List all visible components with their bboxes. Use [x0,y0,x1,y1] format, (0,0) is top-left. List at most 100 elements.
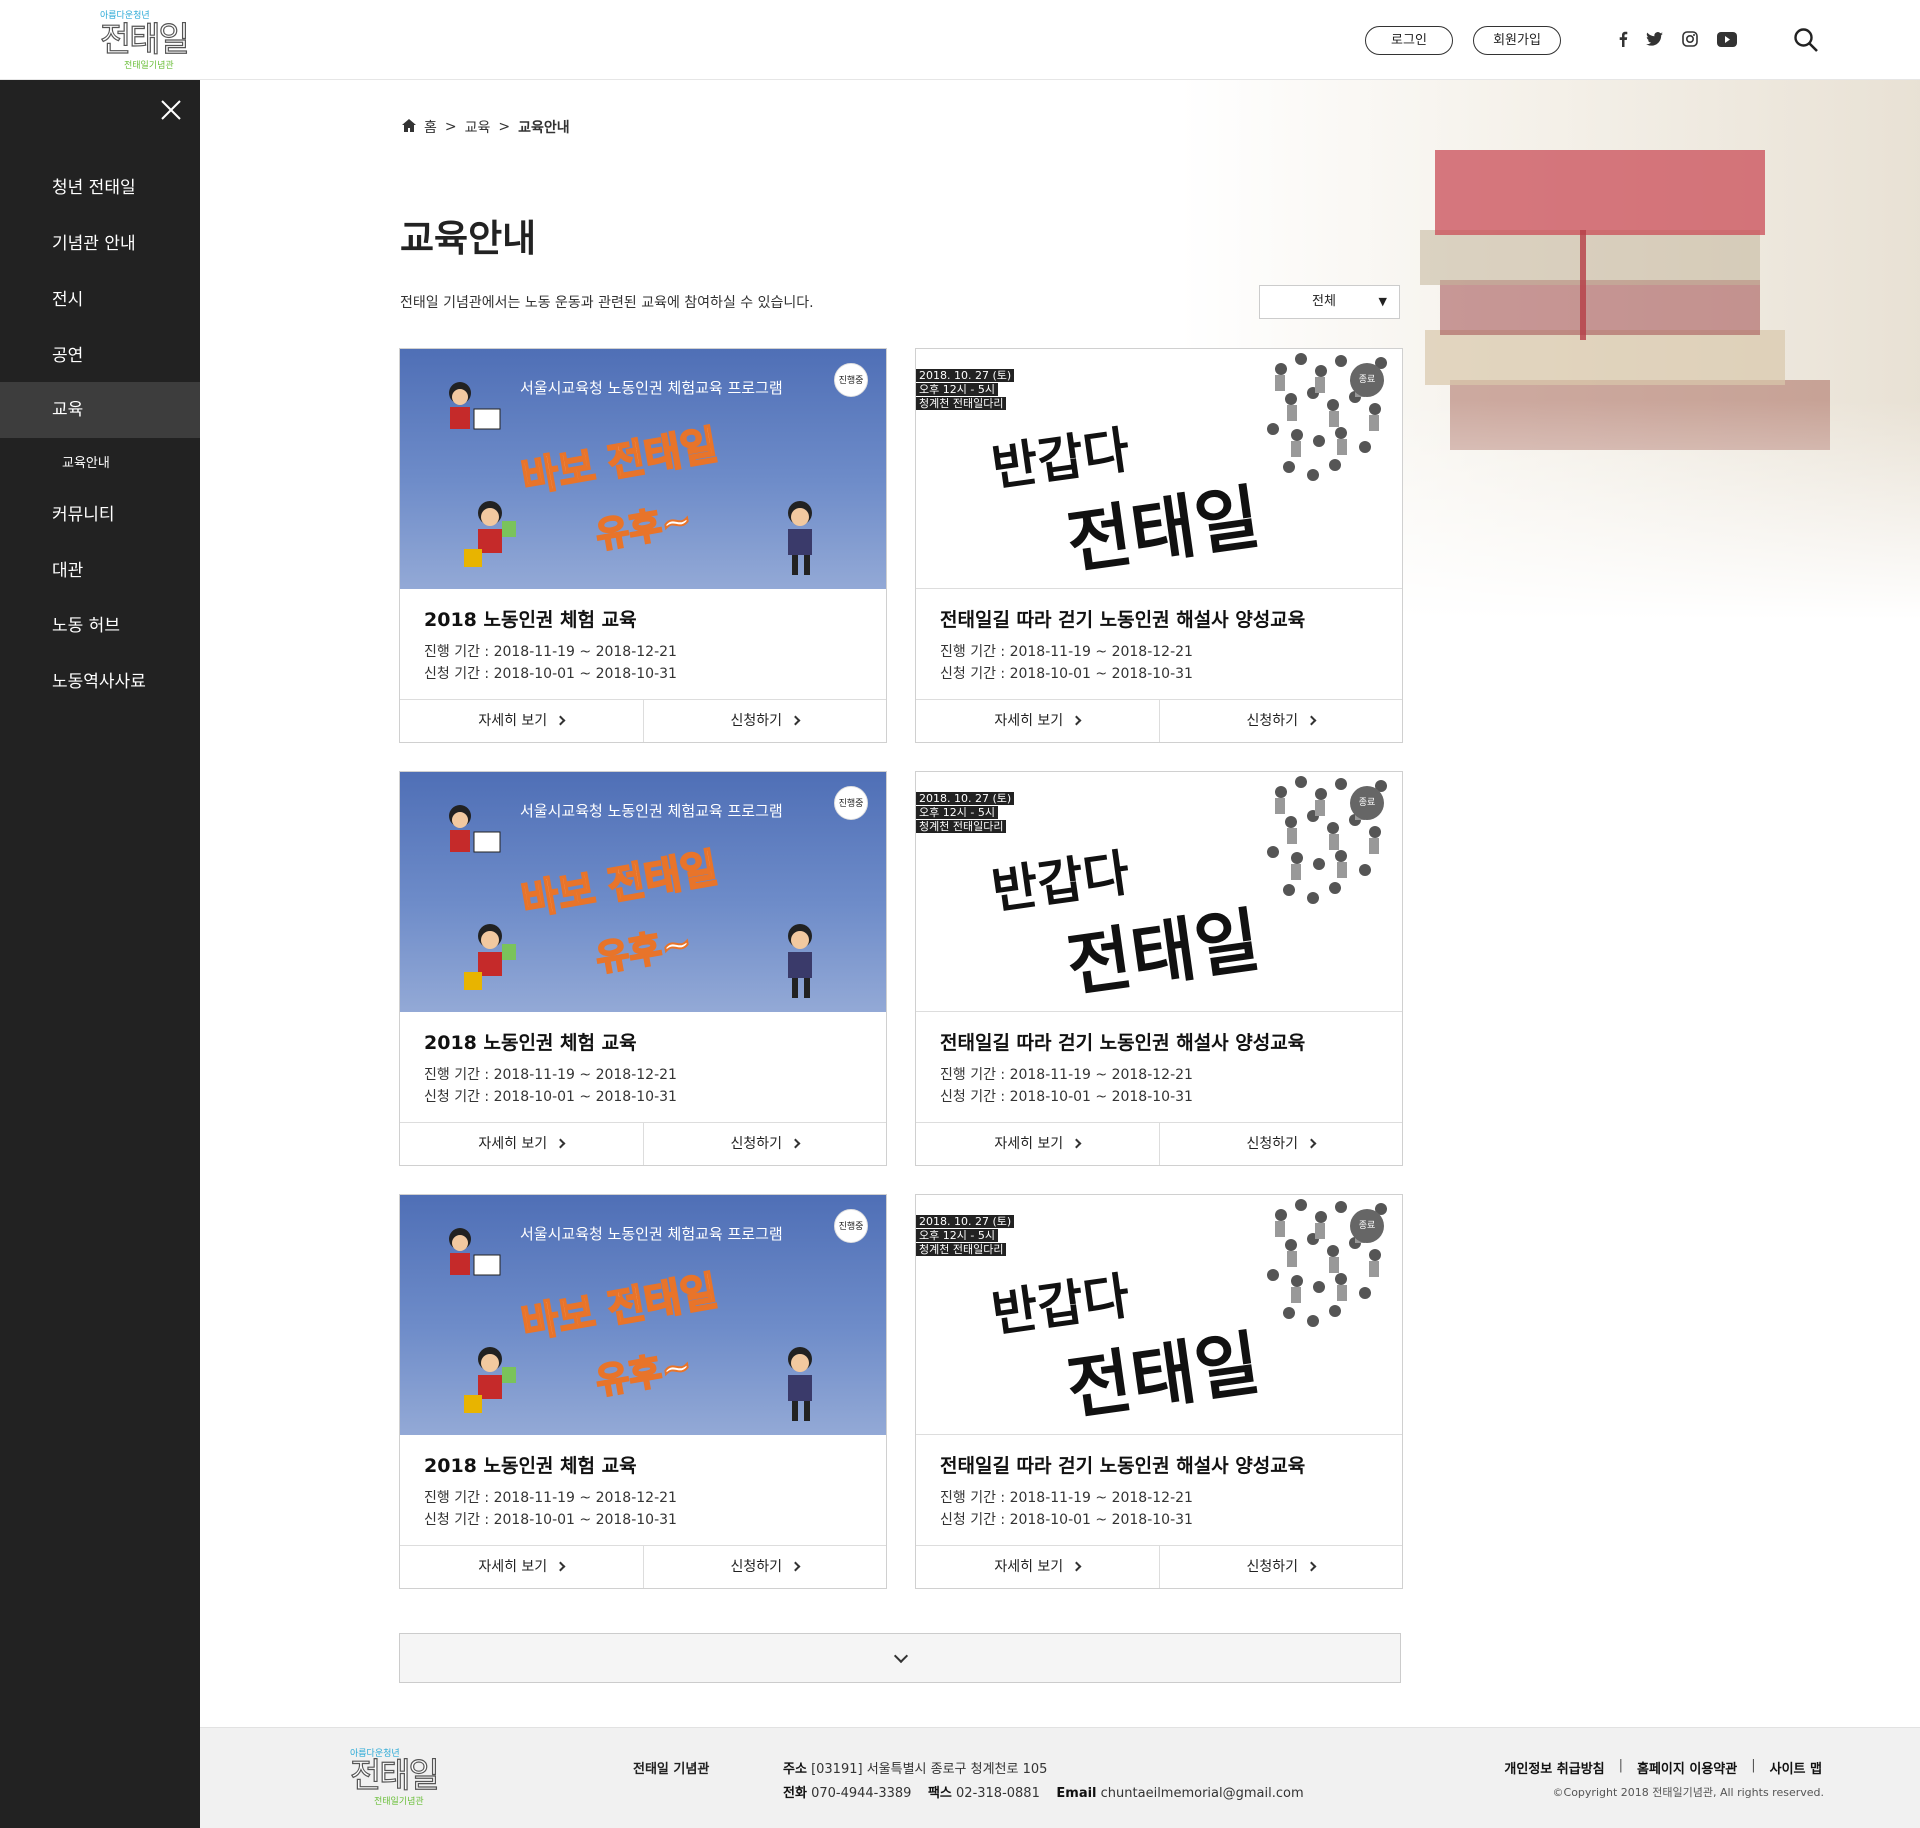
apply-button[interactable]: 신청하기 [642,1546,887,1588]
card-thumbnail[interactable]: 서울시교육청 노동인권 체험교육 프로그램 바보 전태일 유후~ 진행중 [400,772,886,1012]
card-thumbnail[interactable]: 2018. 10. 27 (토) 오후 12시 - 5시 청계천 전태일다리 반… [916,772,1402,1012]
fax-label: 팩스 [927,1786,952,1801]
card-period: 진행 기간 : 2018-11-19 ~ 2018-12-21 [424,1067,677,1083]
facebook-icon[interactable] [1612,28,1634,50]
breadcrumb-home[interactable]: 홈 [424,117,437,137]
view-details-button[interactable]: 자세히 보기 [400,1546,643,1588]
cartoon-figure-icon [788,924,812,998]
chevron-right-icon [1306,715,1317,726]
youtube-icon[interactable] [1716,28,1738,50]
sidebar-subitem-education-guide[interactable]: 교육안내 [62,452,110,471]
apply-button[interactable]: 신청하기 [642,1123,887,1165]
card-title[interactable]: 2018 노동인권 체험 교육 [424,1028,637,1055]
sidebar-item-youth[interactable]: 청년 전태일 [0,160,200,216]
card-thumbnail[interactable]: 2018. 10. 27 (토) 오후 12시 - 5시 청계천 전태일다리 반… [916,349,1402,589]
breadcrumb-education[interactable]: 교육 [465,117,491,137]
view-details-label: 자세히 보기 [994,1559,1064,1575]
category-filter-select[interactable]: 전체 ▼ [1259,285,1400,319]
twitter-icon[interactable] [1643,28,1665,50]
sidebar-item-performance[interactable]: 공연 [0,328,200,384]
event-date: 2018. 10. 27 (토) [916,1215,1015,1228]
sidebar-item-rental[interactable]: 대관 [0,543,200,599]
education-card: 2018. 10. 27 (토) 오후 12시 - 5시 청계천 전태일다리 반… [915,771,1403,1166]
apply-button[interactable]: 신청하기 [642,700,887,742]
dropdown-arrow-icon: ▼ [1378,295,1387,308]
cartoon-figure-icon [449,382,501,430]
card-apply-period: 신청 기간 : 2018-10-01 ~ 2018-10-31 [424,1089,677,1105]
event-date-tag: 2018. 10. 27 (토) 오후 12시 - 5시 청계천 전태일다리 [916,1215,1015,1257]
event-time: 오후 12시 - 5시 [916,806,998,819]
sidebar-item-memorial-info[interactable]: 기념관 안내 [0,216,200,272]
terms-link[interactable]: 홈페이지 이용약관 [1637,1758,1737,1777]
view-details-button[interactable]: 자세히 보기 [916,700,1159,742]
email-value[interactable]: chuntaeilmemorial@gmail.com [1101,1786,1304,1801]
card-title[interactable]: 2018 노동인권 체험 교육 [424,605,637,632]
sidebar-nav: 청년 전태일 기념관 안내 전시 공연 교육 교육안내 커뮤니티 대관 노동 허… [0,80,200,1828]
address-label: 주소 [783,1762,807,1777]
logo-wordmark: 전태일 [349,1755,440,1796]
sidebar-item-education[interactable]: 교육 [0,382,200,438]
chevron-right-icon [1071,1138,1082,1149]
login-button[interactable]: 로그인 [1365,26,1453,55]
phone-label: 전화 [783,1786,807,1801]
sidebar-item-exhibition[interactable]: 전시 [0,272,200,328]
apply-label: 신청하기 [1246,1136,1299,1152]
view-details-button[interactable]: 자세히 보기 [400,1123,643,1165]
instagram-icon[interactable] [1679,28,1701,50]
view-details-label: 자세히 보기 [478,1136,548,1152]
education-card: 2018. 10. 27 (토) 오후 12시 - 5시 청계천 전태일다리 반… [915,348,1403,743]
apply-label: 신청하기 [730,713,783,729]
chevron-right-icon [790,1138,801,1149]
event-date-tag: 2018. 10. 27 (토) 오후 12시 - 5시 청계천 전태일다리 [916,792,1015,834]
card-thumbnail[interactable]: 서울시교육청 노동인권 체험교육 프로그램 바보 전태일 유후~ 진행중 [400,1195,886,1435]
card-title[interactable]: 전태일길 따라 걷기 노동인권 해설사 양성교육 [940,605,1305,632]
breadcrumb-separator: > [444,119,457,135]
signup-button[interactable]: 회원가입 [1473,26,1561,55]
education-card: 서울시교육청 노동인권 체험교육 프로그램 바보 전태일 유후~ 진행중 201… [399,1194,887,1589]
search-icon[interactable] [1793,27,1821,55]
card-title[interactable]: 전태일길 따라 걷기 노동인권 해설사 양성교육 [940,1028,1305,1055]
sitemap-link[interactable]: 사이트 맵 [1770,1758,1822,1777]
card-thumbnail[interactable]: 서울시교육청 노동인권 체험교육 프로그램 바보 전태일 유후~ 진행중 [400,349,886,589]
apply-button[interactable]: 신청하기 [1158,1546,1403,1588]
apply-button[interactable]: 신청하기 [1158,700,1403,742]
card-thumbnail[interactable]: 2018. 10. 27 (토) 오후 12시 - 5시 청계천 전태일다리 반… [916,1195,1402,1435]
load-more-button[interactable] [399,1633,1401,1683]
event-date: 2018. 10. 27 (토) [916,369,1015,382]
sidebar-item-labor-hub[interactable]: 노동 허브 [0,598,200,654]
cartoon-figure-icon [788,501,812,575]
sidebar-item-community[interactable]: 커뮤니티 [0,487,200,543]
education-card: 서울시교육청 노동인권 체험교육 프로그램 바보 전태일 유후~ 진행중 201… [399,771,887,1166]
home-icon[interactable] [402,118,416,136]
privacy-policy-link[interactable]: 개인정보 취급방침 [1504,1758,1604,1777]
apply-button[interactable]: 신청하기 [1158,1123,1403,1165]
phone-value: 070-4944-3389 [811,1786,912,1801]
close-icon[interactable] [158,97,184,123]
status-badge: 종료 [1350,363,1384,397]
footer-links: 개인정보 취급방침 | 홈페이지 이용약관 | 사이트 맵 [1504,1758,1822,1777]
card-period: 진행 기간 : 2018-11-19 ~ 2018-12-21 [940,644,1193,660]
card-apply-period: 신청 기간 : 2018-10-01 ~ 2018-10-31 [940,1512,1193,1528]
card-actions: 자세히 보기 신청하기 [916,699,1402,742]
page-title: 교육안내 [400,216,537,260]
view-details-button[interactable]: 자세히 보기 [916,1123,1159,1165]
copyright-text: ©Copyright 2018 전태일기념관, All rights reser… [1552,1786,1824,1799]
card-title[interactable]: 전태일길 따라 걷기 노동인권 해설사 양성교육 [940,1451,1305,1478]
logo-subtitle: 전태일기념관 [124,61,174,71]
breadcrumb-separator: > [498,119,511,135]
fax-value: 02-318-0881 [956,1786,1040,1801]
card-title[interactable]: 2018 노동인권 체험 교육 [424,1451,637,1478]
view-details-button[interactable]: 자세히 보기 [916,1546,1159,1588]
education-card: 서울시교육청 노동인권 체험교육 프로그램 바보 전태일 유후~ 진행중 201… [399,348,887,743]
card-actions: 자세히 보기 신청하기 [400,1122,886,1165]
card-actions: 자세히 보기 신청하기 [400,699,886,742]
page-description: 전태일 기념관에서는 노동 운동과 관련된 교육에 참여하실 수 있습니다. [400,295,814,311]
thumbnail-title-art: 바보 전태일 [517,420,722,503]
view-details-label: 자세히 보기 [994,713,1064,729]
site-logo[interactable]: 아름다운청년 전태일 전태일기념관 [99,8,190,72]
view-details-button[interactable]: 자세히 보기 [400,700,643,742]
card-apply-period: 신청 기간 : 2018-10-01 ~ 2018-10-31 [940,666,1193,682]
apply-label: 신청하기 [1246,713,1299,729]
sidebar-item-labor-history[interactable]: 노동역사사료 [0,654,200,710]
chevron-right-icon [1071,1561,1082,1572]
